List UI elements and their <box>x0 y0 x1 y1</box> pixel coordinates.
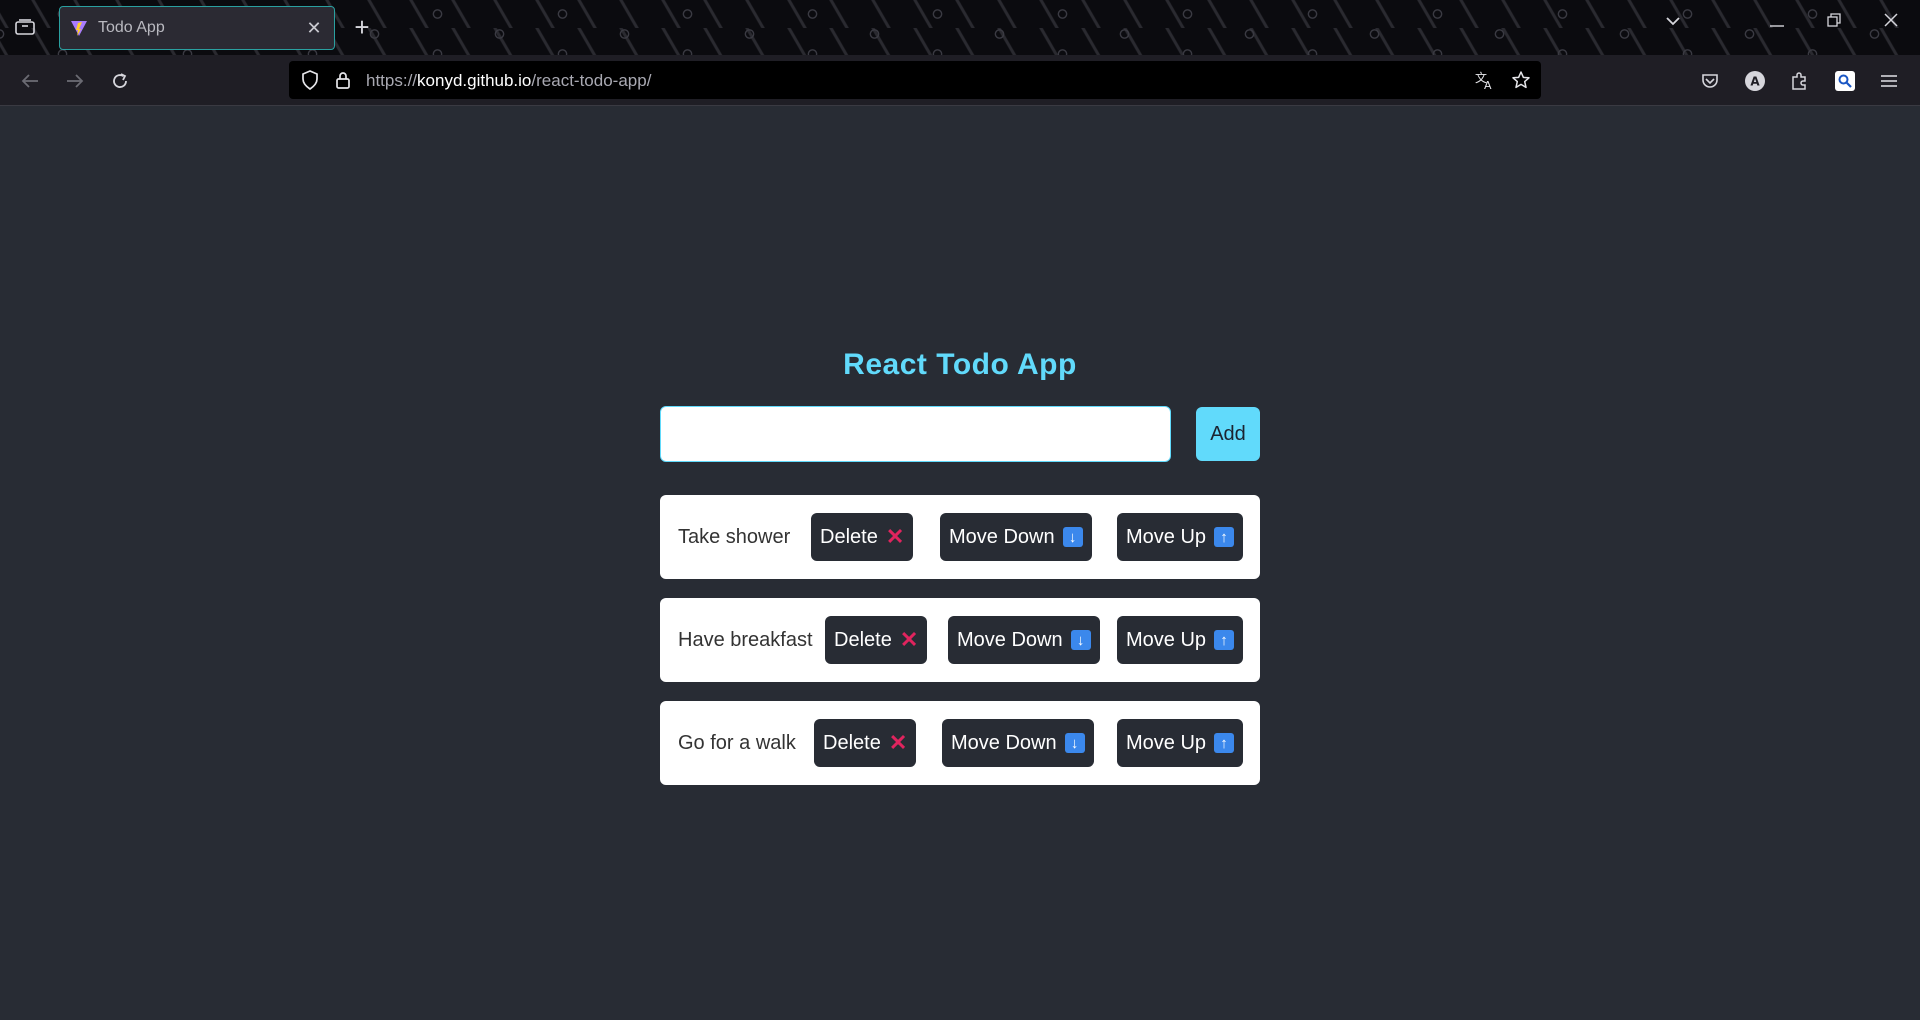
down-arrow-icon: ↓ <box>1062 527 1083 547</box>
url-path: /react-todo-app/ <box>531 71 652 90</box>
todo-text: Take shower <box>678 525 791 548</box>
lock-icon[interactable] <box>332 69 354 91</box>
svg-text:A: A <box>1484 79 1492 90</box>
move-down-button[interactable]: Move Down ↓ <box>942 719 1094 767</box>
down-arrow-icon: ↓ <box>1070 630 1091 650</box>
tab-bar: Todo App ✕ + <box>0 0 1920 55</box>
translate-icon[interactable]: 文A <box>1474 69 1496 91</box>
cross-mark-icon: ✕ <box>899 627 919 652</box>
move-up-button[interactable]: Move Up ↑ <box>1117 616 1244 664</box>
tracking-protection-shield-icon[interactable] <box>299 69 321 91</box>
move-down-button[interactable]: Move Down ↓ <box>940 513 1092 561</box>
search-extension-icon[interactable] <box>1832 68 1858 94</box>
vite-favicon-icon <box>71 21 87 36</box>
todo-item: Go for a walk Delete ✕ Move Down ↓ Move … <box>660 701 1260 785</box>
delete-label: Delete <box>834 628 892 651</box>
move-up-label: Move Up <box>1126 628 1207 651</box>
cross-mark-icon: ✕ <box>888 730 908 755</box>
move-up-label: Move Up <box>1126 731 1207 754</box>
delete-label: Delete <box>823 731 881 754</box>
move-up-label: Move Up <box>1126 525 1207 548</box>
tab-title: Todo App <box>98 19 165 36</box>
move-down-label: Move Down <box>951 731 1057 754</box>
up-arrow-icon: ↑ <box>1214 527 1235 547</box>
close-window-icon[interactable] <box>1883 12 1899 33</box>
down-arrow-icon: ↓ <box>1064 733 1085 753</box>
svg-text:A: A <box>1750 75 1760 89</box>
delete-button[interactable]: Delete ✕ <box>811 513 914 561</box>
list-all-tabs-icon[interactable] <box>1665 12 1681 33</box>
move-up-button[interactable]: Move Up ↑ <box>1117 719 1244 767</box>
move-down-label: Move Down <box>949 525 1055 548</box>
todo-item: Take shower Delete ✕ Move Down ↓ Move Up… <box>660 495 1260 579</box>
extensions-puzzle-icon[interactable] <box>1787 68 1813 94</box>
url-bar[interactable]: https://konyd.github.io/react-todo-app/ … <box>289 61 1541 99</box>
url-scheme: https:// <box>366 71 418 90</box>
up-arrow-icon: ↑ <box>1214 630 1235 650</box>
tab-todo-app[interactable]: Todo App ✕ <box>59 6 335 50</box>
account-avatar-icon[interactable]: A <box>1742 68 1768 94</box>
reload-icon[interactable] <box>106 67 134 95</box>
todo-item: Have breakfast Delete ✕ Move Down ↓ Move… <box>660 598 1260 682</box>
pocket-icon[interactable] <box>1697 68 1723 94</box>
tab-close-icon[interactable]: ✕ <box>304 18 324 39</box>
move-down-button[interactable]: Move Down ↓ <box>948 616 1100 664</box>
app-title: React Todo App <box>843 348 1077 381</box>
menu-hamburger-icon[interactable] <box>1876 68 1902 94</box>
navigation-toolbar: https://konyd.github.io/react-todo-app/ … <box>0 55 1920 106</box>
forward-arrow-icon[interactable] <box>61 67 89 95</box>
todo-text: Have breakfast <box>678 628 813 651</box>
up-arrow-icon: ↑ <box>1214 733 1235 753</box>
delete-button[interactable]: Delete ✕ <box>825 616 928 664</box>
todo-text: Go for a walk <box>678 731 796 754</box>
move-down-label: Move Down <box>957 628 1063 651</box>
add-button[interactable]: Add <box>1196 407 1260 461</box>
delete-label: Delete <box>820 525 878 548</box>
url-host: konyd.github.io <box>417 71 532 90</box>
back-arrow-icon[interactable] <box>16 67 44 95</box>
new-tab-button[interactable]: + <box>350 14 374 40</box>
bookmark-star-icon[interactable] <box>1510 69 1532 91</box>
new-todo-input[interactable] <box>660 406 1171 462</box>
delete-button[interactable]: Delete ✕ <box>814 719 917 767</box>
cross-mark-icon: ✕ <box>885 524 905 549</box>
restore-icon[interactable] <box>1826 12 1842 33</box>
url-text[interactable]: https://konyd.github.io/react-todo-app/ <box>366 71 651 91</box>
minimize-icon[interactable] <box>1768 12 1786 33</box>
tab-overview-icon[interactable] <box>14 18 36 36</box>
move-up-button[interactable]: Move Up ↑ <box>1117 513 1244 561</box>
